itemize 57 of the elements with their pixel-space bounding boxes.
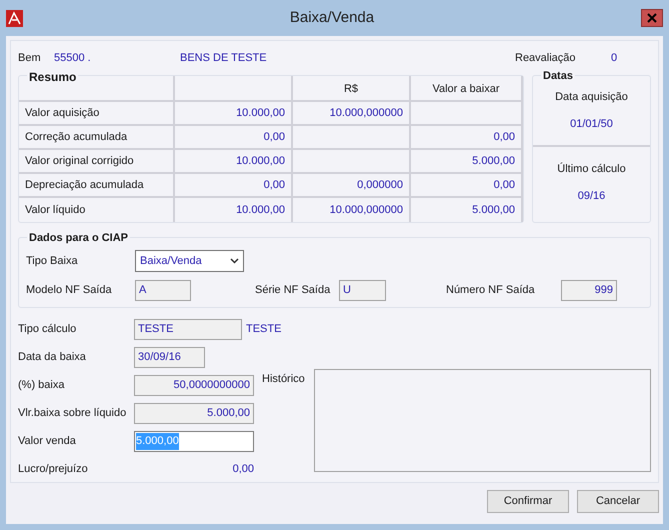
close-icon	[647, 13, 657, 23]
field-label: Série NF Saída	[255, 283, 332, 298]
text-field[interactable]: U	[339, 280, 386, 301]
date-field[interactable]: 30/09/16	[134, 347, 205, 368]
table-cell: 10.000,000000	[293, 102, 411, 126]
text-field[interactable]: TESTE	[134, 319, 242, 340]
table-cell: Depreciação acumulada	[19, 174, 175, 198]
historico-label: Histórico	[262, 372, 306, 387]
table-cell: 10.000,00	[175, 150, 293, 174]
date-label: Último cálculo	[557, 162, 626, 177]
reavaliacao-label: Reavaliação	[515, 50, 577, 66]
field-label: Data da baixa	[18, 350, 87, 366]
dialog-button[interactable]: Cancelar	[577, 490, 659, 513]
table-cell: 0,00	[175, 126, 293, 150]
table-cell: 5.000,00	[411, 198, 523, 222]
table-cell: Valor aquisição	[19, 102, 175, 126]
field-label: Número NF Saída	[446, 283, 536, 298]
table-cell: 0,00	[411, 126, 523, 150]
date-value: 09/16	[578, 188, 606, 204]
field-label: Tipo cálculo	[18, 322, 78, 338]
number-field[interactable]: 5.000,00	[134, 403, 254, 424]
date-value: 01/01/50	[570, 116, 613, 132]
window-title: Baixa/Venda	[288, 8, 376, 28]
table-cell: 0,000000	[293, 174, 411, 198]
field-label: Lucro/prejuízo	[18, 462, 89, 478]
app-icon	[6, 10, 23, 26]
reavaliacao-value: 0	[611, 50, 618, 66]
table-cell: 10.000,00	[175, 102, 293, 126]
field-label: Valor venda	[18, 434, 77, 450]
text-field[interactable]: A	[135, 280, 191, 301]
column-header: R$	[293, 76, 411, 102]
column-header: Valor a baixar	[411, 76, 523, 102]
table-cell: Correção acumulada	[19, 126, 175, 150]
bem-label: Bem	[18, 50, 42, 66]
bem-code: 55500 .	[54, 50, 92, 66]
date-label: Data aquisição	[555, 90, 628, 105]
description-text: TESTE	[246, 322, 282, 338]
table-cell: 0,00	[175, 174, 293, 198]
dropdown[interactable]: Baixa/Venda	[135, 250, 244, 272]
field-label: Modelo NF Saída	[26, 283, 113, 298]
dialog-button[interactable]: Confirmar	[487, 490, 569, 513]
field-label: Tipo Baixa	[26, 254, 79, 269]
number-field[interactable]: 50,0000000000	[134, 375, 254, 396]
table-cell: 10.000,000000	[293, 198, 411, 222]
chevron-down-icon	[230, 258, 239, 264]
table-cell: Valor líquido	[19, 198, 175, 222]
value-text: 0,00	[232, 462, 254, 478]
number-field[interactable]: 999	[561, 280, 617, 301]
table-cell: 10.000,00	[175, 198, 293, 222]
close-button[interactable]	[641, 9, 663, 27]
field-label: Vlr.baixa sobre líquido	[18, 406, 128, 422]
field-label: (%) baixa	[18, 378, 66, 394]
table-cell: Valor original corrigido	[19, 150, 175, 174]
group-title: Dados para o CIAP	[27, 230, 130, 246]
table-cell: 5.000,00	[411, 150, 523, 174]
bem-name: BENS DE TESTE	[180, 50, 268, 66]
table-cell: 0,00	[411, 174, 523, 198]
